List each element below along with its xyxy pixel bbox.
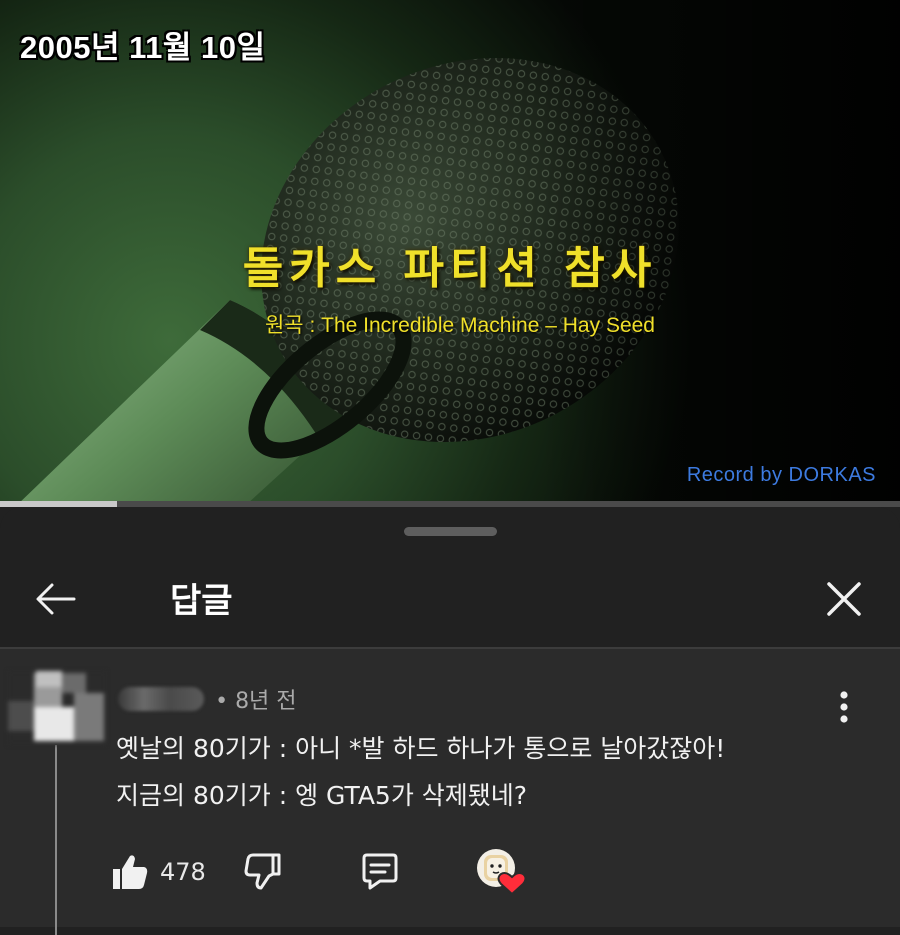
thumbs-down-icon: [244, 853, 281, 890]
like-button[interactable]: [110, 852, 150, 892]
dislike-button[interactable]: [242, 850, 284, 892]
avatar[interactable]: [8, 671, 106, 745]
comment-actions: 478: [0, 844, 900, 904]
comment-text-line: 옛날의 80기가 : 아니 *발 하드 하나가 통으로 날아갔잖아!: [116, 734, 726, 763]
panel-header: 답글: [0, 553, 900, 645]
more-options-button[interactable]: [830, 685, 858, 729]
video-record-credit: Record by DORKAS: [686, 464, 876, 486]
creator-heart-icon: [477, 849, 527, 896]
username-redacted[interactable]: [118, 687, 204, 711]
replies-panel: 답글 • 8년 전 옛날의 80기가: 아니 *발 하드 하나가 통으로 날아…: [0, 507, 900, 935]
panel-title: 답글: [170, 581, 233, 621]
creator-heart-badge: [474, 846, 530, 898]
close-icon: [827, 582, 861, 616]
thumbs-up-icon: [113, 855, 148, 889]
video-player[interactable]: 2005년 11월 10일 돌카스 파티션 참사 원곡 : The Incred…: [0, 0, 900, 507]
more-vert-icon: [840, 691, 848, 723]
comment-meta: • 8년 전: [118, 683, 297, 714]
video-title-overlay: 돌카스 파티션 참사: [242, 243, 658, 294]
comment-item: • 8년 전 옛날의 80기가 : 아니 *발 하드 하나가 통으로 날아갔잖아…: [0, 649, 900, 935]
reply-button[interactable]: [358, 850, 402, 892]
reply-icon: [362, 853, 398, 890]
arrow-left-icon: [36, 583, 76, 615]
video-subtitle-overlay: 원곡 : The Incredible Machine – Hay Seed: [264, 314, 655, 337]
thread-line: [55, 745, 57, 935]
comment-time: • 8년 전: [215, 689, 297, 714]
back-button[interactable]: [30, 573, 82, 625]
like-count: 478: [160, 858, 206, 886]
drag-handle[interactable]: [404, 527, 497, 536]
video-date-overlay: 2005년 11월 10일: [20, 30, 266, 65]
close-button[interactable]: [818, 573, 870, 625]
comment-text-line: 지금의 80기가 : 엥 GTA5가 삭제됐네?: [116, 781, 528, 810]
